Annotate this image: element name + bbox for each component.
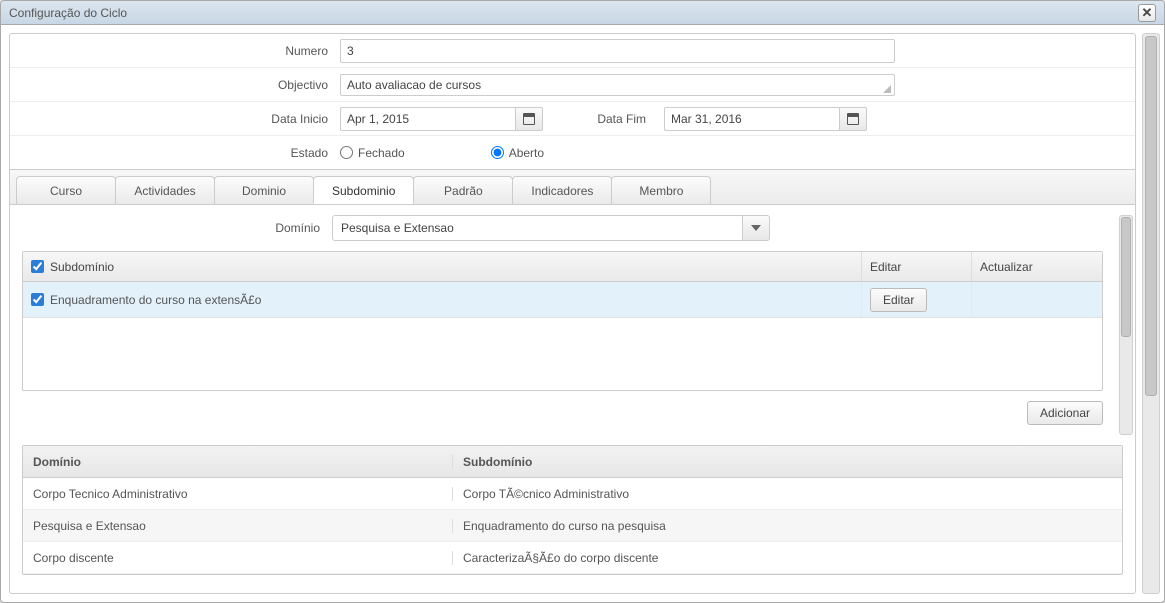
combo-dominio-trigger[interactable] — [742, 215, 770, 241]
calendar-icon — [847, 113, 859, 125]
label-numero: Numero — [10, 44, 340, 58]
tab-padrao[interactable]: Padrão — [413, 176, 513, 204]
cell-actualizar — [972, 282, 1102, 317]
col-header-subdominio: Subdomínio — [23, 252, 862, 281]
datepicker-inicio-button[interactable] — [515, 107, 543, 131]
label-estado: Estado — [10, 146, 340, 160]
dialog-header: Configuração do Ciclo ✕ — [1, 1, 1164, 25]
radio-fechado-label: Fechado — [358, 146, 405, 160]
grid2-cell-subdominio: CaracterizaÃ§Ã£o do corpo discente — [453, 551, 1122, 565]
col-header-editar: Editar — [862, 252, 972, 281]
radio-fechado[interactable] — [340, 146, 353, 159]
input-datafim[interactable] — [664, 107, 839, 131]
adicionar-button[interactable]: Adicionar — [1027, 401, 1103, 425]
combo-dominio — [332, 215, 770, 241]
row-numero: Numero — [10, 34, 1135, 68]
grid2-body: Corpo Tecnico AdministrativoCorpo TÃ©cni… — [23, 478, 1122, 574]
dialog-body: Numero Objectivo Auto avaliacao de curso… — [1, 25, 1164, 602]
col-header-actualizar: Actualizar — [972, 252, 1102, 281]
cell-subdominio: Enquadramento do curso na extensÃ£o — [23, 282, 862, 317]
input-datainicio[interactable] — [340, 107, 515, 131]
cell-subdominio-text: Enquadramento do curso na extensÃ£o — [50, 293, 261, 307]
inner-scrollbar-thumb[interactable] — [1121, 217, 1131, 337]
grid-dominio-subdominio: Domínio Subdomínio Corpo Tecnico Adminis… — [22, 445, 1123, 575]
grid2-col-subdominio: Subdomínio — [453, 455, 1122, 469]
radio-aberto-label: Aberto — [509, 146, 544, 160]
calendar-icon — [523, 113, 535, 125]
dialog-window: Configuração do Ciclo ✕ Numero Objectivo… — [0, 0, 1165, 603]
grid2-cell-dominio: Corpo discente — [23, 551, 453, 565]
tab-membro[interactable]: Membro — [611, 176, 711, 204]
row-adicionar: Adicionar — [22, 401, 1103, 425]
grid-subdominio-header: Subdomínio Editar Actualizar — [23, 252, 1102, 282]
dialog-scrollbar[interactable] — [1142, 33, 1160, 594]
dialog-scrollbar-thumb[interactable] — [1145, 36, 1157, 396]
tab-actividades[interactable]: Actividades — [115, 176, 215, 204]
combo-dominio-input[interactable] — [332, 215, 742, 241]
input-numero[interactable] — [340, 39, 895, 63]
radio-aberto-wrap[interactable]: Aberto — [491, 146, 544, 160]
grid2-row[interactable]: Corpo Tecnico AdministrativoCorpo TÃ©cni… — [23, 478, 1122, 510]
grid2-header: Domínio Subdomínio — [23, 446, 1122, 478]
tabpanel-subdominio: Domínio Subdomínio Editar Actualizar — [10, 205, 1135, 445]
grid2-row[interactable]: Corpo discenteCaracterizaÃ§Ã£o do corpo … — [23, 542, 1122, 574]
radio-aberto[interactable] — [491, 146, 504, 159]
tab-subdominio[interactable]: Subdominio — [313, 176, 414, 204]
textarea-objectivo[interactable]: Auto avaliacao de cursos — [340, 74, 895, 96]
dialog-content: Numero Objectivo Auto avaliacao de curso… — [9, 33, 1136, 594]
grid2-cell-dominio: Pesquisa e Extensao — [23, 519, 453, 533]
grid2-col-dominio: Domínio — [23, 455, 453, 469]
checkbox-selectall[interactable] — [31, 260, 44, 273]
resize-handle-icon[interactable] — [883, 85, 891, 93]
label-dominio-combo: Domínio — [22, 221, 332, 235]
grid-subdominio: Subdomínio Editar Actualizar Enquadramen… — [22, 251, 1103, 391]
editar-button[interactable]: Editar — [870, 288, 927, 312]
close-button[interactable]: ✕ — [1138, 4, 1156, 22]
label-datainicio: Data Inicio — [10, 112, 340, 126]
grid2-cell-subdominio: Enquadramento do curso na pesquisa — [453, 519, 1122, 533]
row-objectivo: Objectivo Auto avaliacao de cursos — [10, 68, 1135, 102]
grid2-row[interactable]: Pesquisa e ExtensaoEnquadramento do curs… — [23, 510, 1122, 542]
grid2-cell-dominio: Corpo Tecnico Administrativo — [23, 487, 453, 501]
tabs: Curso Actividades Dominio Subdominio Pad… — [10, 170, 1135, 205]
col-header-subdominio-label: Subdomínio — [50, 260, 114, 274]
datepicker-fim-button[interactable] — [839, 107, 867, 131]
checkbox-row[interactable] — [31, 293, 44, 306]
row-dates: Data Inicio Data Fim — [10, 102, 1135, 136]
datepicker-fim — [664, 107, 867, 131]
label-datafim: Data Fim — [551, 112, 656, 126]
label-objectivo: Objectivo — [10, 78, 340, 92]
tab-dominio[interactable]: Dominio — [214, 176, 314, 204]
dialog-title: Configuração do Ciclo — [9, 1, 127, 25]
datepicker-inicio — [340, 107, 543, 131]
grid-subdominio-row[interactable]: Enquadramento do curso na extensÃ£o Edit… — [23, 282, 1102, 318]
row-dominio-combo: Domínio — [22, 215, 1123, 241]
inner-scrollbar[interactable] — [1119, 215, 1133, 435]
row-estado: Estado Fechado Aberto — [10, 136, 1135, 170]
grid2-cell-subdominio: Corpo TÃ©cnico Administrativo — [453, 487, 1122, 501]
tab-indicadores[interactable]: Indicadores — [512, 176, 612, 204]
cell-editar: Editar — [862, 282, 972, 317]
tab-curso[interactable]: Curso — [16, 176, 116, 204]
chevron-down-icon — [751, 225, 761, 231]
textarea-objectivo-text: Auto avaliacao de cursos — [347, 78, 481, 92]
radio-fechado-wrap[interactable]: Fechado — [340, 146, 405, 160]
close-icon: ✕ — [1142, 1, 1153, 25]
